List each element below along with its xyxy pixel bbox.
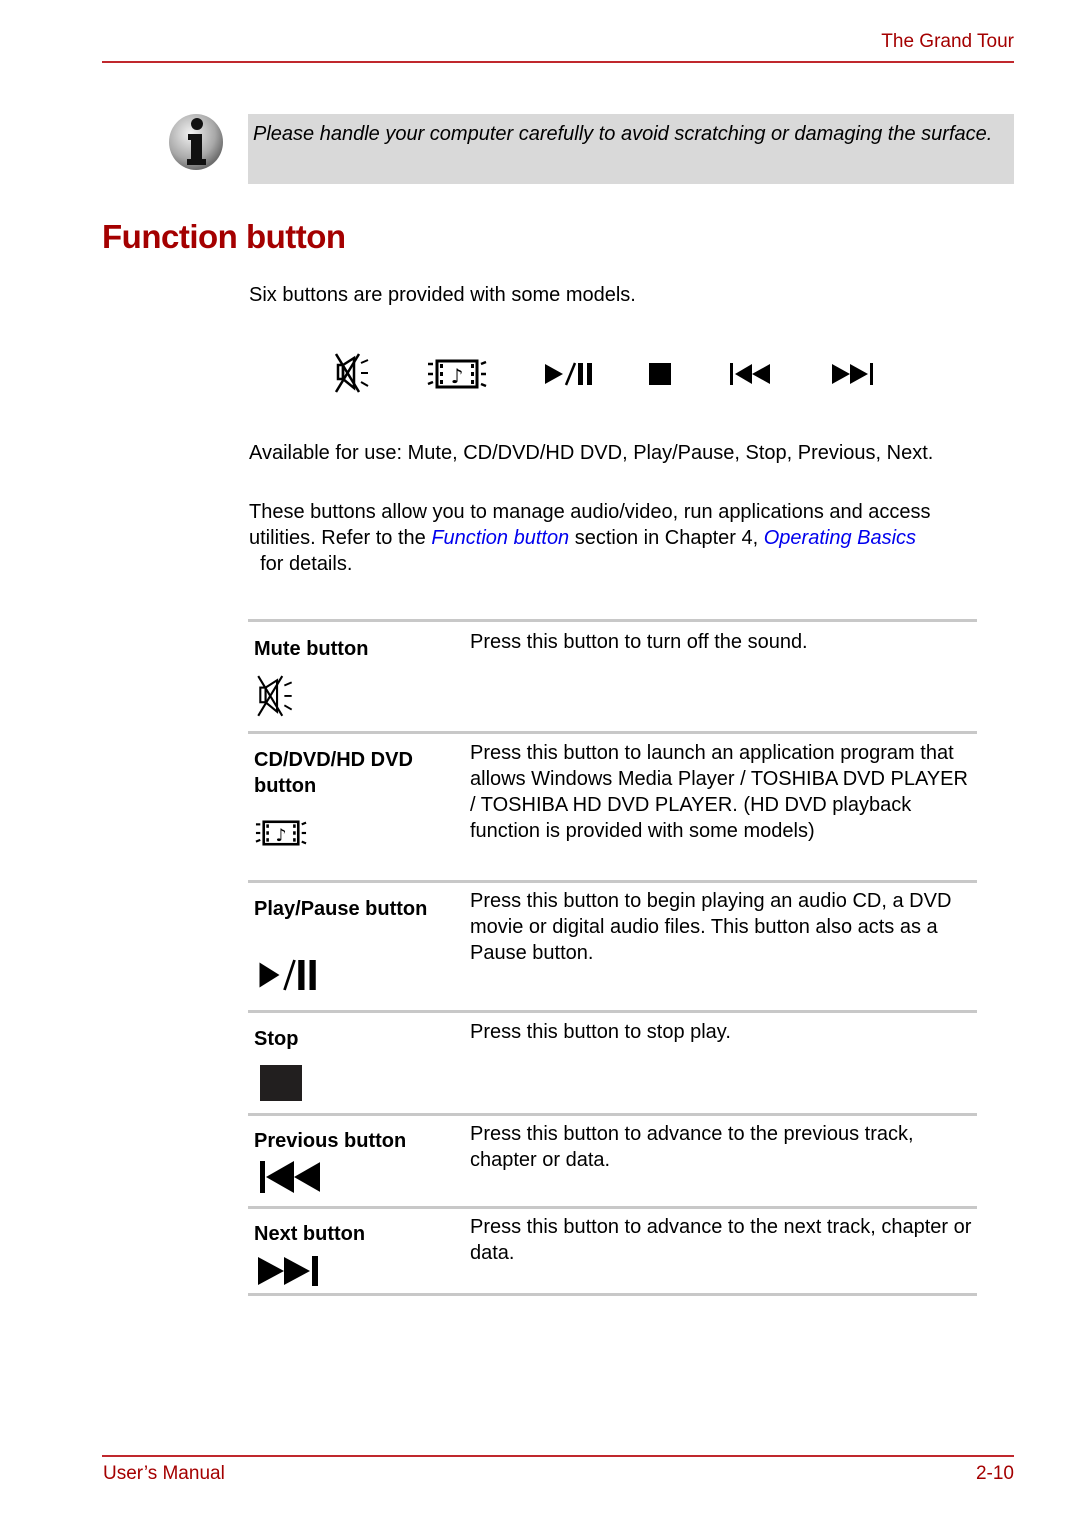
stop-icon [649, 363, 671, 385]
row-label: Play/Pause button [254, 898, 428, 920]
previous-icon [260, 1161, 320, 1193]
stop-icon [260, 1065, 302, 1101]
table-row: Previous button Press this button to adv… [248, 1113, 977, 1206]
next-icon [258, 1256, 318, 1286]
play-pause-icon [259, 959, 316, 991]
cd-dvd-icon: ♪ [427, 359, 487, 389]
available-text: Available for use: Mute, CD/DVD/HD DVD, … [249, 442, 934, 464]
row-label: CD/DVD/HD DVD button [254, 749, 413, 797]
row-description: Press this button to advance to the next… [470, 1216, 972, 1264]
row-description: Press this button to begin playing an au… [470, 890, 952, 964]
table-row: Mute button Press this button to turn of… [248, 619, 977, 731]
chapter-title: The Grand Tour [881, 31, 1014, 52]
table-row: Stop Press this button to stop play. [248, 1010, 977, 1113]
svg-text:♪: ♪ [275, 826, 286, 846]
info-icon [169, 114, 223, 170]
footer-rule [102, 1455, 1014, 1457]
mute-icon [257, 675, 293, 717]
button-icon-strip: ♪ [330, 352, 890, 396]
row-label: Next button [254, 1223, 366, 1245]
play-pause-icon [545, 362, 592, 386]
operating-basics-link[interactable]: Operating Basics [764, 527, 916, 549]
page-number: 2-10 [975, 1463, 1014, 1484]
row-label: Stop [254, 1028, 299, 1050]
cd-dvd-icon: ♪ [255, 820, 307, 846]
table-row: Next button Press this button to advance… [248, 1206, 977, 1296]
manage-text: These buttons allow you to manage audio/… [249, 499, 989, 577]
header-rule [102, 61, 1014, 63]
intro-text: Six buttons are provided with some model… [249, 284, 636, 306]
row-description: Press this button to launch an applicati… [470, 742, 968, 842]
next-icon [832, 363, 873, 385]
function-button-table: Mute button Press this button to turn of… [248, 619, 977, 1296]
previous-icon [730, 363, 770, 385]
row-description: Press this button to advance to the prev… [470, 1123, 914, 1171]
mute-icon [334, 353, 369, 393]
manual-title: User’s Manual [103, 1463, 225, 1484]
function-button-link[interactable]: Function button [431, 527, 569, 549]
manage-text-part-2: section in Chapter 4, [569, 527, 764, 549]
note-text: Please handle your computer carefully to… [253, 123, 993, 145]
row-label: Mute button [254, 638, 369, 660]
note-callout: Please handle your computer carefully to… [248, 114, 1014, 184]
manage-text-part-3: for details. [249, 553, 353, 575]
svg-text:♪: ♪ [451, 364, 464, 388]
row-description: Press this button to turn off the sound. [470, 631, 808, 653]
table-row: CD/DVD/HD DVD button ♪ Press this button… [248, 731, 977, 880]
row-label: Previous button [254, 1130, 407, 1152]
row-description: Press this button to stop play. [470, 1021, 731, 1043]
table-row: Play/Pause button Press this button to b… [248, 880, 977, 1010]
section-title: Function button [102, 218, 346, 255]
